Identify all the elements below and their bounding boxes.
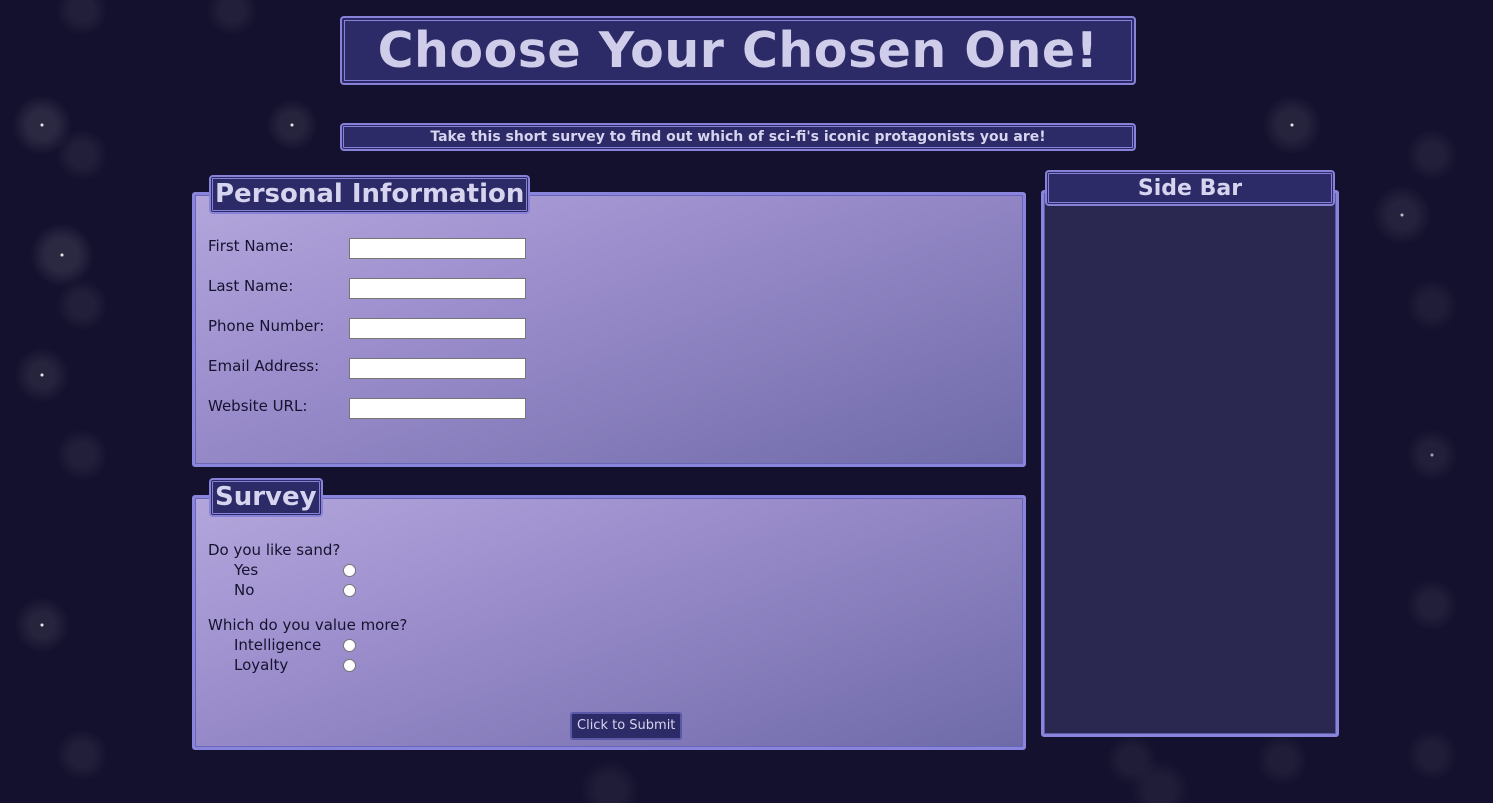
page-subtitle: Take this short survey to find out which… — [430, 129, 1046, 145]
first-name-label: First Name: — [208, 237, 294, 255]
page-title: Choose Your Chosen One! — [377, 22, 1099, 79]
option-no-radio[interactable] — [343, 584, 356, 597]
email-address-label: Email Address: — [208, 357, 320, 375]
sidebar-title: Side Bar — [1137, 175, 1243, 201]
option-intelligence-label: Intelligence — [234, 636, 322, 654]
first-name-field[interactable] — [349, 238, 526, 259]
subtitle-banner: Take this short survey to find out which… — [340, 123, 1136, 151]
website-url-field[interactable] — [349, 398, 526, 419]
question-value: Which do you value more? — [208, 616, 408, 634]
website-url-label: Website URL: — [208, 397, 308, 415]
phone-number-field[interactable] — [349, 318, 526, 339]
sidebar-panel — [1041, 190, 1339, 737]
submit-button[interactable]: Click to Submit — [570, 712, 683, 740]
last-name-field[interactable] — [349, 278, 526, 299]
phone-number-label: Phone Number: — [208, 317, 325, 335]
option-yes-radio[interactable] — [343, 564, 356, 577]
last-name-label: Last Name: — [208, 277, 294, 295]
page-title-banner: Choose Your Chosen One! — [340, 16, 1136, 85]
option-loyalty-radio[interactable] — [343, 659, 356, 672]
sidebar-header: Side Bar — [1045, 170, 1335, 206]
option-intelligence-radio[interactable] — [343, 639, 356, 652]
survey-legend: Survey — [209, 478, 323, 517]
option-loyalty-label: Loyalty — [234, 656, 289, 674]
email-address-field[interactable] — [349, 358, 526, 379]
personal-information-legend: Personal Information — [209, 175, 531, 214]
option-no-label: No — [234, 581, 255, 599]
option-yes-label: Yes — [234, 561, 259, 579]
question-sand: Do you like sand? — [208, 541, 341, 559]
